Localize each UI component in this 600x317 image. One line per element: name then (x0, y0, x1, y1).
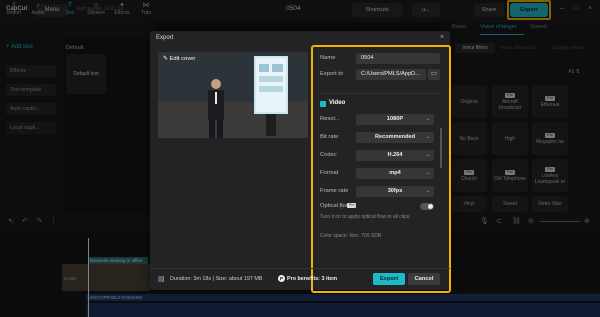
bitrate-label: Bit rate (320, 134, 339, 140)
divider (150, 268, 450, 269)
cancel-button[interactable]: Cancel (408, 273, 440, 285)
format-value: mp4 (389, 170, 401, 176)
framerate-value: 30fps (387, 188, 403, 194)
edit-cover-button[interactable]: ✎ Edit cover (163, 56, 195, 62)
chevron-down-icon: ⌄ (425, 116, 430, 122)
duration-size: Duration: 3m 18s | Size: about 197 MB (170, 276, 263, 282)
video-label: Video (329, 100, 346, 106)
film-icon: ▤ (158, 276, 165, 283)
chevron-down-icon: ⌄ (425, 152, 430, 158)
pro-badge: Pro (347, 203, 357, 208)
folder-icon[interactable]: ▭ (428, 69, 440, 80)
optical-flow-label: Optical flow (320, 203, 350, 209)
codec-value: H.264 (387, 152, 403, 158)
format-select[interactable]: mp4 ⌄ (356, 168, 434, 179)
optical-flow-help: Turn it on to apply optical flow to all … (320, 214, 411, 220)
pencil-icon: ✎ (163, 56, 168, 62)
cover-image (158, 52, 308, 138)
resolution-value: 1080P (386, 116, 404, 122)
pro-icon: P (278, 275, 285, 282)
resolution-label: Resol... (320, 116, 340, 122)
format-label: Format (320, 170, 339, 176)
color-space-text: Color space: Rec. 709 SDR (320, 233, 382, 239)
name-label: Name (320, 55, 336, 61)
pro-benefits-link[interactable]: Pro benefits: 3 item (287, 276, 337, 282)
divider (318, 93, 439, 94)
toggle-knob (428, 204, 433, 209)
framerate-select[interactable]: 30fps ⌄ (356, 186, 434, 197)
video-checkbox[interactable] (320, 101, 326, 107)
edit-cover-label: Edit cover (169, 56, 196, 62)
close-icon[interactable]: × (440, 34, 444, 41)
codec-label: Codec (320, 152, 337, 158)
chevron-down-icon: ⌄ (425, 134, 430, 140)
framerate-label: Frame rate (320, 188, 349, 194)
cover-preview[interactable] (158, 52, 308, 138)
dialog-title: Export (156, 35, 174, 41)
codec-select[interactable]: H.264 ⌄ (356, 150, 434, 161)
info-icon[interactable]: ⓘ (339, 203, 344, 210)
name-field[interactable]: 0504 (356, 53, 440, 64)
export-to-label: Export to (320, 71, 344, 77)
chevron-down-icon: ⌄ (425, 188, 430, 194)
settings-scrollbar[interactable] (440, 128, 442, 168)
bitrate-value: Recommended (374, 134, 416, 140)
bitrate-select[interactable]: Recommended ⌄ (356, 132, 434, 143)
export-path-field[interactable]: C:/Users/PMLS/AppD... (356, 69, 426, 80)
resolution-select[interactable]: 1080P ⌄ (356, 114, 434, 125)
export-confirm-button[interactable]: Export (373, 273, 405, 285)
chevron-down-icon: ⌄ (425, 170, 430, 176)
